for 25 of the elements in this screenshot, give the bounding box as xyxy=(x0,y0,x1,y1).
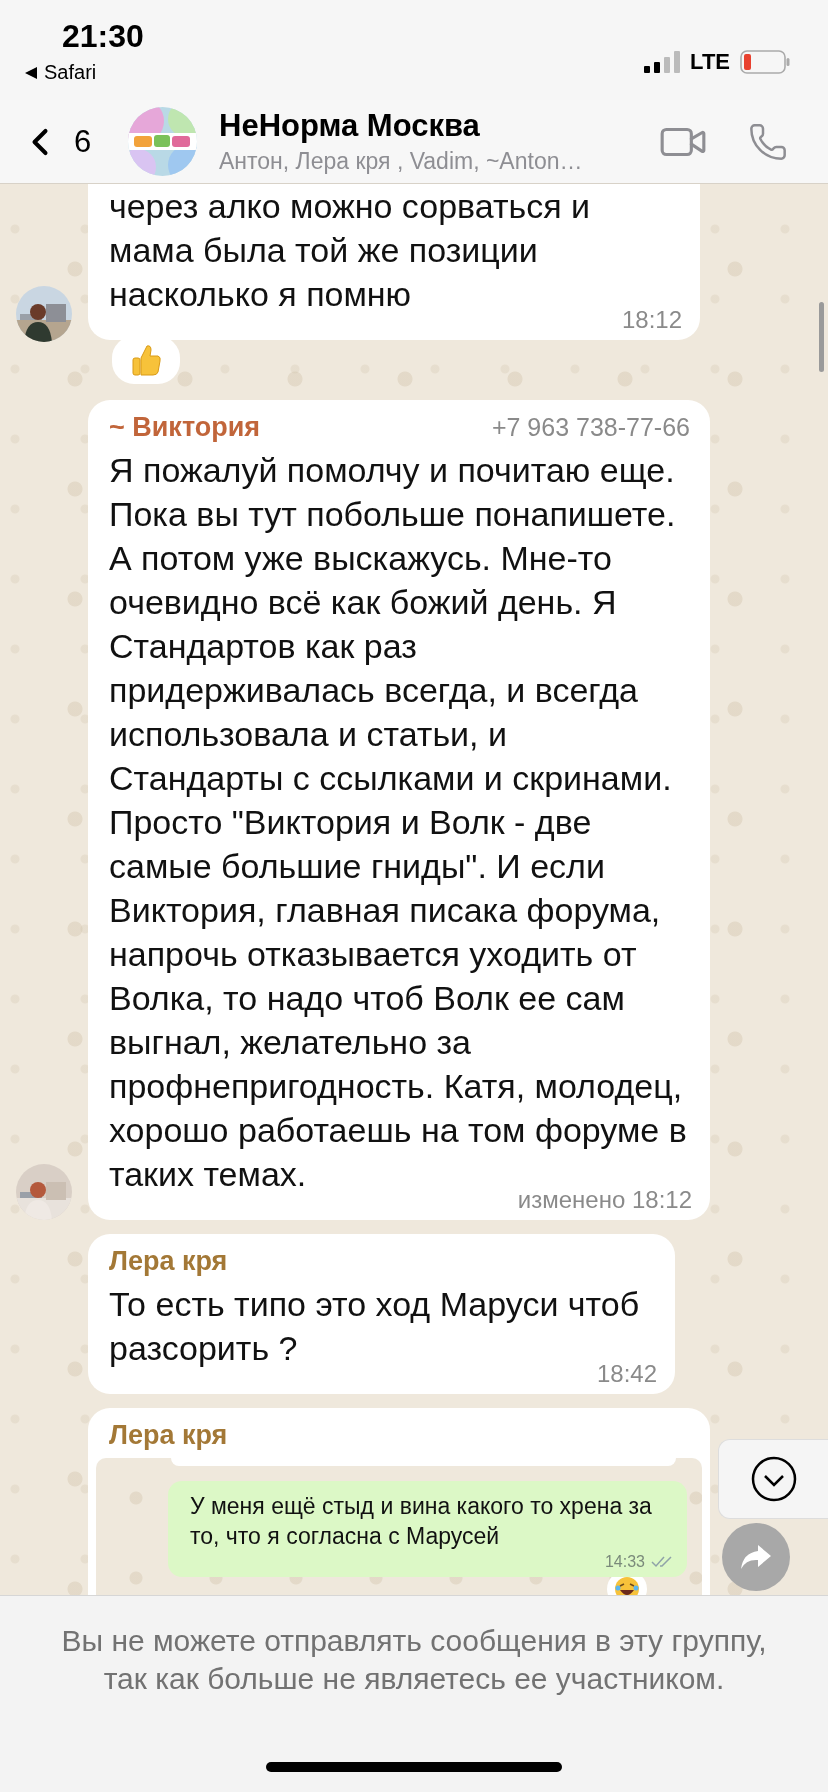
message-text: через алко можно сорваться и мама была той же позиции насколько я помню xyxy=(109,186,592,315)
scroll-down-button[interactable] xyxy=(718,1439,828,1519)
thumbs-up-icon xyxy=(131,344,161,376)
chevron-down-icon xyxy=(750,1456,797,1502)
clock-time: 21:30 xyxy=(62,18,144,55)
phone-call-button[interactable] xyxy=(748,121,788,162)
sender-name: ~ Виктория xyxy=(109,412,261,443)
message-text: У меня ещё стыд и вина какого то хрена за то, что я согласна с Марусей xyxy=(190,1492,653,1551)
message-time: 18:42 xyxy=(596,1362,657,1386)
sender-name: Лера кря xyxy=(109,1420,228,1451)
message-time: 14:33 xyxy=(604,1553,645,1571)
back-to-app-link[interactable]: Safari xyxy=(24,61,144,84)
signal-icon xyxy=(644,51,681,73)
back-button[interactable]: 6 xyxy=(18,119,128,164)
sender-name: Лера кря xyxy=(109,1246,228,1277)
message-time: изменено 18:12 xyxy=(517,1188,692,1212)
chat-title: НеНорма Москва xyxy=(219,108,481,144)
network-type: LTE xyxy=(690,49,730,75)
phone-number: +7 963 738-77-66 xyxy=(491,413,690,442)
message-time: 18:12 xyxy=(621,308,682,332)
battery-icon xyxy=(740,50,790,74)
notice-text: Вы не можете отправлять сообщения в эту группу, так как больше не являетесь ее участником. xyxy=(60,1623,768,1697)
members-list: Антон, Лера кря , Vadim, ~Anton… xyxy=(219,148,618,175)
back-triangle-icon xyxy=(24,65,38,80)
forward-arrow-icon xyxy=(740,1543,772,1571)
